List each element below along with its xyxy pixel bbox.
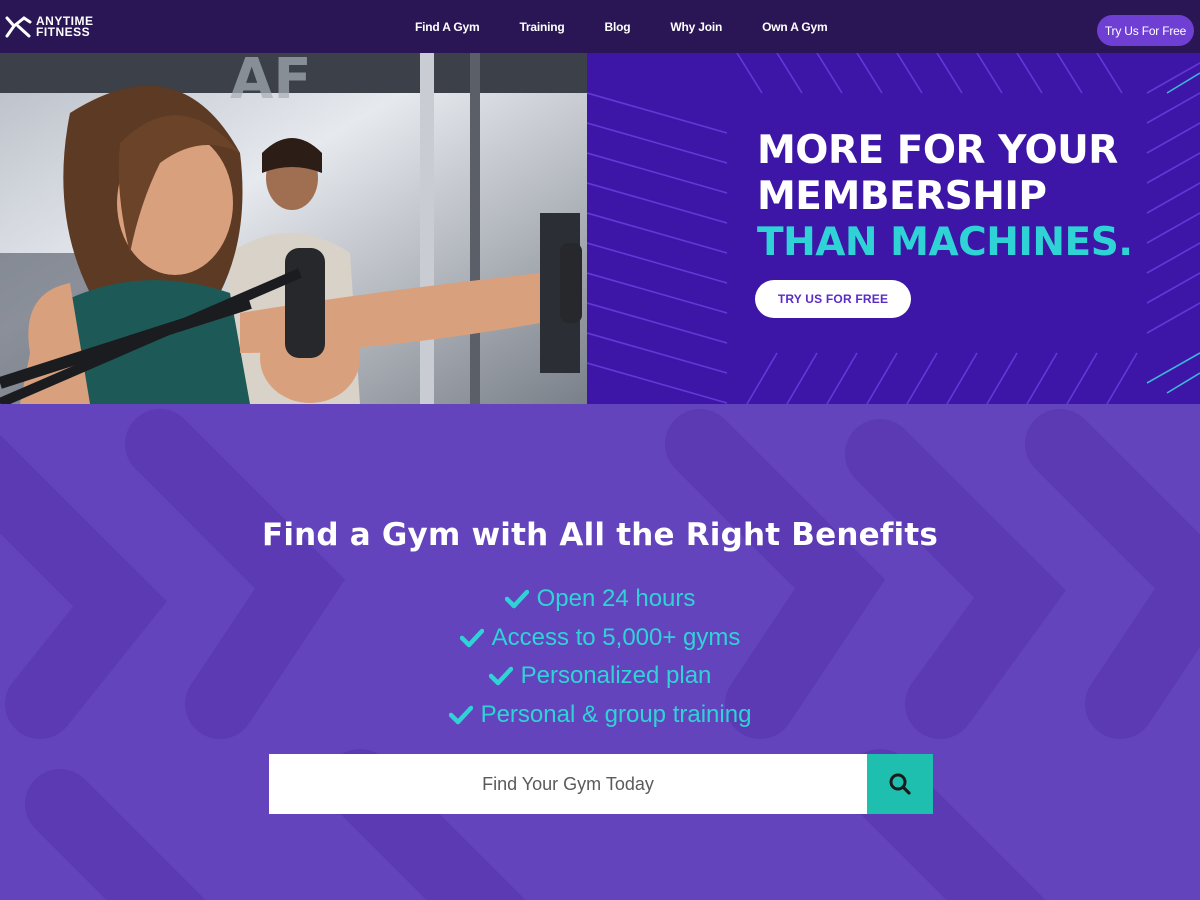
logo-wordmark: ANYTIME FITNESS bbox=[36, 15, 94, 39]
hero-headline-line-1: MORE FOR YOUR bbox=[757, 128, 1118, 173]
running-figure-icon bbox=[5, 16, 32, 38]
benefit-list: Open 24 hours Access to 5,000+ gyms Pers… bbox=[0, 580, 1200, 734]
brand-logo[interactable]: ANYTIME FITNESS bbox=[4, 12, 114, 42]
nav-link-why-join[interactable]: Why Join bbox=[650, 20, 742, 34]
hero-photo-illustration: AF bbox=[0, 53, 587, 404]
gym-search-form bbox=[269, 754, 933, 814]
hero-photo: AF bbox=[0, 53, 587, 404]
logo-line-2: FITNESS bbox=[36, 25, 91, 39]
benefit-label: Access to 5,000+ gyms bbox=[491, 623, 741, 651]
nav-link-find-a-gym[interactable]: Find A Gym bbox=[395, 20, 499, 34]
hero-headline-line-3: THAN MACHINES. bbox=[757, 220, 1133, 265]
gym-search-input[interactable] bbox=[269, 754, 867, 814]
try-free-nav-button[interactable]: Try Us For Free bbox=[1097, 15, 1194, 46]
benefits-title: Find a Gym with All the Right Benefits bbox=[261, 517, 939, 553]
top-navigation: ANYTIME FITNESS Find A Gym Training Blog… bbox=[0, 0, 1200, 53]
benefit-item-gym-access: Access to 5,000+ gyms bbox=[0, 619, 1200, 658]
check-icon bbox=[459, 628, 484, 647]
benefit-label: Open 24 hours bbox=[536, 585, 696, 613]
benefit-item-training: Personal & group training bbox=[0, 696, 1200, 735]
benefit-label: Personal & group training bbox=[480, 700, 752, 728]
svg-text:AF: AF bbox=[230, 53, 312, 112]
hero-promo-panel: MORE FOR YOUR MEMBERSHIP THAN MACHINES. … bbox=[587, 53, 1200, 404]
check-icon bbox=[504, 590, 529, 609]
benefit-label: Personalized plan bbox=[520, 662, 712, 690]
benefits-section: Find a Gym with All the Right Benefits O… bbox=[0, 404, 1200, 900]
benefit-item-personalized-plan: Personalized plan bbox=[0, 657, 1200, 696]
hero-headline-line-2: MEMBERSHIP bbox=[757, 174, 1047, 219]
main-menu: Find A Gym Training Blog Why Join Own A … bbox=[395, 0, 847, 53]
nav-link-blog[interactable]: Blog bbox=[585, 20, 651, 34]
search-button[interactable] bbox=[867, 754, 933, 814]
benefit-item-open-24-hours: Open 24 hours bbox=[0, 580, 1200, 619]
try-free-hero-button[interactable]: TRY US FOR FREE bbox=[755, 280, 911, 318]
check-icon bbox=[448, 705, 473, 724]
nav-link-training[interactable]: Training bbox=[499, 20, 584, 34]
hero-headline: MORE FOR YOUR MEMBERSHIP THAN MACHINES. bbox=[757, 128, 1133, 266]
nav-link-own-a-gym[interactable]: Own A Gym bbox=[742, 20, 847, 34]
check-icon bbox=[488, 667, 513, 686]
search-icon bbox=[889, 773, 911, 795]
